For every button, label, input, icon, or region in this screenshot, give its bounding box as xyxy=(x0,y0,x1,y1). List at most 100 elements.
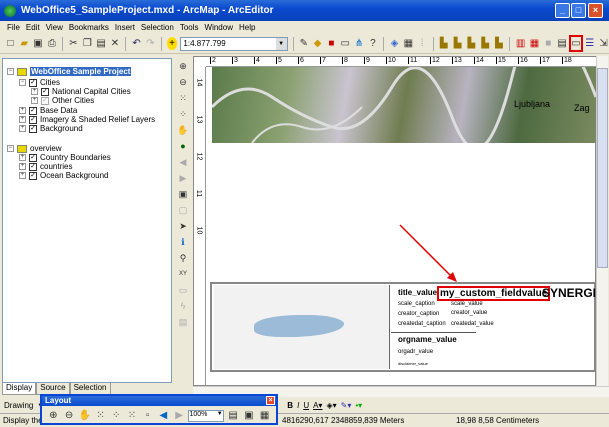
fill-color-icon[interactable]: ◈▾ xyxy=(326,401,336,410)
orgname-text[interactable]: orgname_value xyxy=(398,335,457,344)
html-popup-icon[interactable]: ▤ xyxy=(177,316,190,329)
modelbuilder-icon[interactable]: ⋔ xyxy=(354,37,365,50)
layer-ocean-background[interactable]: Ocean Background xyxy=(40,171,109,180)
expand-icon[interactable]: + xyxy=(31,88,38,95)
grid-icon[interactable]: ⁞ xyxy=(417,37,428,50)
gps-icon[interactable]: ◈ xyxy=(389,37,400,50)
marker-color-icon[interactable]: •▾ xyxy=(355,401,362,410)
forward-icon[interactable]: ▶ xyxy=(177,172,190,185)
select-features-icon[interactable]: ▣ xyxy=(177,188,190,201)
measure-icon[interactable]: ▭ xyxy=(177,284,190,297)
menu-bookmarks[interactable]: Bookmarks xyxy=(69,23,109,32)
toggle-draft-icon[interactable]: ▤ xyxy=(227,409,240,422)
zoom-whole-page-icon[interactable]: ⁙ xyxy=(94,409,107,422)
creator-caption[interactable]: creator_caption xyxy=(398,311,439,317)
main-map-frame[interactable]: Ljubljana Zag xyxy=(212,67,596,143)
webof-tool-2-icon[interactable]: ▙ xyxy=(452,37,463,50)
webof-tool-4-icon[interactable]: ▙ xyxy=(480,37,491,50)
find-icon[interactable]: ⚲ xyxy=(177,252,190,265)
table-chart-icon[interactable]: ▦ xyxy=(529,37,540,50)
layout-pan-icon[interactable]: ✋ xyxy=(78,409,91,422)
menu-edit[interactable]: Edit xyxy=(26,23,40,32)
menu-selection[interactable]: Selection xyxy=(141,23,174,32)
back-extent-icon[interactable]: ◀ xyxy=(157,409,170,422)
arctoolbox-icon[interactable]: ■ xyxy=(326,37,337,50)
select-elements-icon[interactable]: ➤ xyxy=(177,220,190,233)
minimize-button[interactable]: _ xyxy=(555,3,570,18)
clear-selection-icon[interactable]: ▢ xyxy=(177,204,190,217)
chevron-down-icon[interactable]: ▼ xyxy=(275,37,287,50)
expand-icon[interactable]: + xyxy=(19,125,26,132)
fixed-zoom-out-icon[interactable]: ⁙ xyxy=(126,409,139,422)
focus-data-frame-icon[interactable]: ▣ xyxy=(242,409,255,422)
creator-value[interactable]: creator_value xyxy=(451,310,487,316)
delete-icon[interactable]: ✕ xyxy=(110,37,121,50)
hyperlink-icon[interactable]: ϟ xyxy=(177,300,190,313)
layer-checkbox[interactable]: ✓ xyxy=(41,87,49,96)
collapse-icon[interactable]: − xyxy=(7,68,14,75)
layer-checkbox[interactable]: ✓ xyxy=(29,106,37,115)
layer-checkbox[interactable]: ✓ xyxy=(29,124,37,133)
identify-icon[interactable]: ℹ xyxy=(177,236,190,249)
editor-icon[interactable]: ✎ xyxy=(298,37,309,50)
layout-zoom-combobox[interactable]: 100% ▼ xyxy=(188,409,224,422)
expand-icon[interactable]: + xyxy=(19,107,26,114)
title-text[interactable]: title_value xyxy=(398,288,437,297)
map-scale-combobox[interactable]: 1:4.877.799 ▼ xyxy=(180,36,288,51)
orgadr-text[interactable]: orgadr_value xyxy=(398,349,433,355)
change-layout-icon[interactable]: ▦ xyxy=(258,409,271,422)
menu-file[interactable]: File xyxy=(7,23,20,32)
cut-icon[interactable]: ✂ xyxy=(68,37,79,50)
redo-icon[interactable]: ↷ xyxy=(145,37,156,50)
menu-view[interactable]: View xyxy=(46,23,63,32)
maximize-button[interactable]: □ xyxy=(571,3,586,18)
add-data-icon[interactable]: + xyxy=(166,37,178,50)
export-icon[interactable]: ⇲ xyxy=(598,37,609,50)
expand-icon[interactable]: + xyxy=(19,163,26,170)
bold-icon[interactable]: B xyxy=(287,401,293,410)
collapse-icon[interactable]: − xyxy=(19,79,26,86)
close-button[interactable]: × xyxy=(588,3,603,18)
menu-help[interactable]: Help xyxy=(239,23,255,32)
layer-checkbox[interactable]: ✓ xyxy=(29,162,37,171)
menu-window[interactable]: Window xyxy=(205,23,233,32)
vertical-scrollbar[interactable] xyxy=(596,56,608,386)
data-frame-overview[interactable]: overview xyxy=(30,144,62,153)
createdat-value[interactable]: createdat_value xyxy=(451,321,494,327)
layer-checkbox[interactable]: ✓ xyxy=(41,96,49,105)
command-line-icon[interactable]: ▭ xyxy=(340,37,351,50)
scroll-thumb[interactable] xyxy=(597,68,608,268)
webof-tool-1-icon[interactable]: ▙ xyxy=(438,37,449,50)
undo-icon[interactable]: ↶ xyxy=(131,37,142,50)
expand-icon[interactable]: + xyxy=(19,154,26,161)
drawing-menu[interactable]: Drawing xyxy=(4,401,33,410)
webof-tool-3-icon[interactable]: ▙ xyxy=(466,37,477,50)
text-chart-icon[interactable]: ▥ xyxy=(515,37,526,50)
fixed-zoom-in-icon[interactable]: ⁘ xyxy=(110,409,123,422)
new-icon[interactable]: □ xyxy=(5,37,16,50)
print-icon[interactable]: ⎙ xyxy=(46,37,57,50)
zoom-in-icon[interactable]: ⊕ xyxy=(177,60,190,73)
layer-national-capital-cities[interactable]: National Capital Cities xyxy=(52,87,131,96)
fixed-zoom-in-icon[interactable]: ⁙ xyxy=(177,92,190,105)
close-icon[interactable]: × xyxy=(266,396,275,405)
data-frame-webOffice[interactable]: WebOffice Sample Project xyxy=(30,67,132,76)
open-icon[interactable]: ▰ xyxy=(19,37,30,50)
layer-background[interactable]: Background xyxy=(40,124,83,133)
layout-zoom-out-icon[interactable]: ⊖ xyxy=(63,409,76,422)
menu-tools[interactable]: Tools xyxy=(180,23,199,32)
tab-display[interactable]: Display xyxy=(2,383,37,395)
collapse-icon[interactable]: − xyxy=(7,145,14,152)
text-field-icon[interactable]: ▭ xyxy=(568,35,584,52)
layer-checkbox[interactable]: ✓ xyxy=(29,115,37,124)
layer-countries[interactable]: countries xyxy=(40,162,72,171)
createdat-caption[interactable]: createdat_caption xyxy=(398,321,446,327)
underline-icon[interactable]: U xyxy=(303,401,309,410)
layout-icon[interactable]: ▦ xyxy=(403,37,414,50)
layer-base-data[interactable]: Base Data xyxy=(40,106,77,115)
line-color-icon[interactable]: ✎▾ xyxy=(341,401,352,410)
scale-value-text[interactable]: scale_value xyxy=(451,301,483,307)
menu-insert[interactable]: Insert xyxy=(115,23,135,32)
chevron-down-icon[interactable]: ▼ xyxy=(217,411,223,417)
line-field-icon[interactable]: ☰ xyxy=(584,37,595,50)
